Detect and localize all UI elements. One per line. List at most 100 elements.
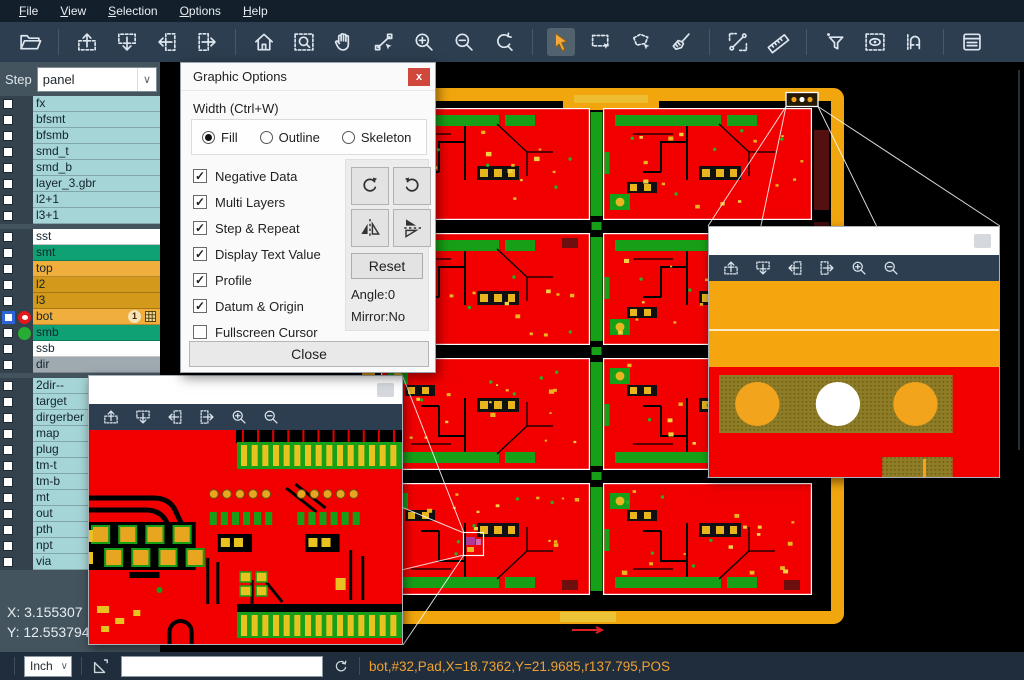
layer-row-sst[interactable]: sst (0, 229, 160, 245)
pad-down-icon[interactable] (131, 406, 155, 428)
window-button-icon[interactable] (377, 383, 394, 397)
layer-row-top[interactable]: top (0, 261, 160, 277)
layer-dot[interactable] (18, 327, 31, 340)
pad-left-icon[interactable] (163, 406, 187, 428)
layer-row-l3+1[interactable]: l3+1 (0, 208, 160, 224)
layer-checkbox[interactable] (0, 474, 16, 490)
zoom-out-icon[interactable] (450, 28, 478, 56)
filter-icon[interactable] (821, 28, 849, 56)
layer-row-smb[interactable]: smb (0, 325, 160, 341)
layer-name[interactable]: l2 (33, 277, 160, 293)
layer-name[interactable]: layer_3.gbr (33, 176, 160, 192)
layer-name[interactable]: smd_t (33, 144, 160, 160)
flip-horizontal-button[interactable] (351, 209, 389, 247)
layer-checkbox[interactable] (0, 160, 16, 176)
pad-down-icon[interactable] (751, 257, 775, 279)
menu-file[interactable]: File (8, 0, 49, 22)
rotate-cw-button[interactable] (351, 167, 389, 205)
open-icon[interactable] (16, 28, 44, 56)
layer-name[interactable]: fx (33, 96, 160, 112)
layer-name[interactable]: smt (33, 245, 160, 261)
flip-vertical-button[interactable] (393, 209, 431, 247)
snap-icon[interactable] (901, 28, 929, 56)
pan-icon[interactable] (330, 28, 358, 56)
pad-up-icon[interactable] (99, 406, 123, 428)
refresh-icon[interactable] (332, 657, 350, 675)
dialog-title-bar[interactable]: Graphic Options x (181, 63, 435, 91)
layer-checkbox[interactable] (0, 410, 16, 426)
select-cursor-icon[interactable] (547, 28, 575, 56)
layer-checkbox[interactable] (0, 128, 16, 144)
layer-checkbox[interactable] (0, 325, 16, 341)
command-input[interactable] (121, 656, 323, 677)
layer-checkbox[interactable] (0, 357, 16, 373)
poly-select-icon[interactable] (627, 28, 655, 56)
magnifier-left-title-bar[interactable] (89, 376, 402, 404)
pad-down-icon[interactable] (113, 28, 141, 56)
menu-selection[interactable]: Selection (97, 0, 168, 22)
radio-fill[interactable]: Fill (202, 130, 238, 145)
layer-checkbox[interactable] (0, 245, 16, 261)
zoom-region-icon[interactable] (290, 28, 318, 56)
pad-right-icon[interactable] (195, 406, 219, 428)
layer-row-layer_3.gbr[interactable]: layer_3.gbr (0, 176, 160, 192)
layer-checkbox[interactable] (0, 426, 16, 442)
layer-checkbox[interactable] (0, 522, 16, 538)
checkbox-profile[interactable]: ✓Profile (193, 267, 321, 293)
layer-row-ssb[interactable]: ssb (0, 341, 160, 357)
layer-name[interactable]: bot1 (33, 309, 160, 325)
layer-checkbox[interactable] (0, 96, 16, 112)
checkbox-display-text-value[interactable]: ✓Display Text Value (193, 241, 321, 267)
layer-checkbox[interactable] (0, 442, 16, 458)
zoom-in-icon[interactable] (410, 28, 438, 56)
layer-checkbox[interactable] (0, 458, 16, 474)
pad-right-icon[interactable] (815, 257, 839, 279)
magnifier-right-canvas[interactable] (709, 281, 999, 477)
layer-checkbox[interactable] (0, 192, 16, 208)
layer-row-l3[interactable]: l3 (0, 293, 160, 309)
layer-checkbox[interactable] (0, 341, 16, 357)
layer-name[interactable]: ssb (33, 341, 160, 357)
menu-options[interactable]: Options (169, 0, 232, 22)
layer-row-l2[interactable]: l2 (0, 277, 160, 293)
checkbox-multi-layers[interactable]: ✓Multi Layers (193, 189, 321, 215)
pad-left-icon[interactable] (783, 257, 807, 279)
magnifier-left-canvas[interactable] (89, 430, 402, 644)
layer-checkbox[interactable] (0, 261, 16, 277)
zoom-out-icon[interactable] (879, 257, 903, 279)
layer-row-l2+1[interactable]: l2+1 (0, 192, 160, 208)
layer-name[interactable]: sst (33, 229, 160, 245)
zoom-out-icon[interactable] (259, 406, 283, 428)
layer-row-fx[interactable]: fx (0, 96, 160, 112)
layer-name[interactable]: bfsmb (33, 128, 160, 144)
layer-row-smd_t[interactable]: smd_t (0, 144, 160, 160)
layer-checkbox[interactable] (0, 293, 16, 309)
zoom-in-icon[interactable] (847, 257, 871, 279)
layer-name[interactable]: l3 (33, 293, 160, 309)
layer-name[interactable]: l3+1 (33, 208, 160, 224)
layer-checkbox[interactable] (0, 112, 16, 128)
layer-name[interactable]: smd_b (33, 160, 160, 176)
close-icon[interactable]: x (408, 68, 430, 86)
step-select[interactable]: panel ∨ (37, 67, 157, 92)
layer-checkbox[interactable] (0, 554, 16, 570)
layer-name[interactable]: l2+1 (33, 192, 160, 208)
layer-checkbox[interactable] (0, 176, 16, 192)
reset-button[interactable]: Reset (351, 253, 423, 279)
layer-row-dir[interactable]: dir (0, 357, 160, 373)
layer-checkbox[interactable] (0, 309, 16, 325)
rect-select-icon[interactable] (587, 28, 615, 56)
radio-skeleton[interactable]: Skeleton (342, 130, 412, 145)
layers-panel-icon[interactable] (958, 28, 986, 56)
pad-right-icon[interactable] (193, 28, 221, 56)
checkbox-step-repeat[interactable]: ✓Step & Repeat (193, 215, 321, 241)
layer-row-smt[interactable]: smt (0, 245, 160, 261)
layer-checkbox[interactable] (0, 506, 16, 522)
layer-row-bot[interactable]: bot1 (0, 309, 160, 325)
layer-checkbox[interactable] (0, 490, 16, 506)
unit-select[interactable]: Inch ∨ (24, 656, 72, 677)
vertex-edit-icon[interactable] (370, 28, 398, 56)
menu-help[interactable]: Help (232, 0, 279, 22)
layer-checkbox[interactable] (0, 208, 16, 224)
ruler-icon[interactable] (764, 28, 792, 56)
